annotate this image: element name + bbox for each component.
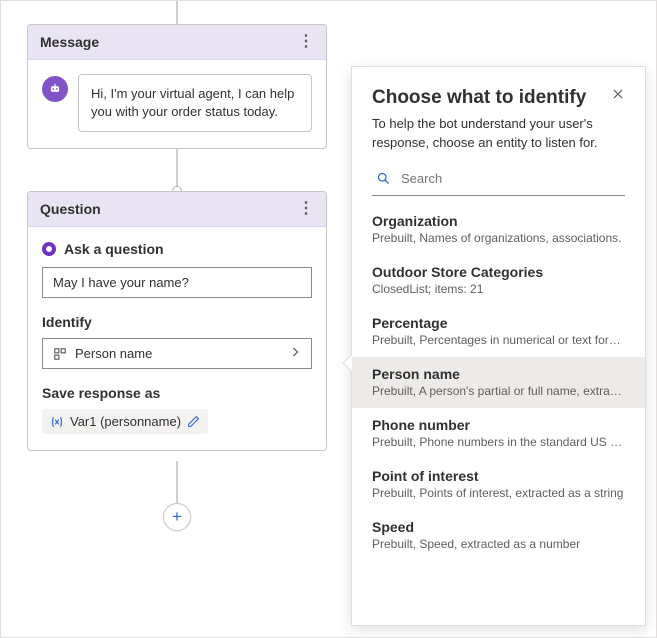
entity-option-subtitle: Prebuilt, Speed, extracted as a number: [372, 537, 625, 551]
entity-option-title: Point of interest: [372, 468, 625, 484]
entity-option[interactable]: Point of interest Prebuilt, Points of int…: [352, 459, 645, 510]
identify-label: Identify: [42, 314, 312, 330]
authoring-canvas: Message ⋮ Hi, I'm your virtual agent, I …: [1, 1, 656, 637]
entity-search-box[interactable]: [372, 167, 625, 196]
entity-option[interactable]: Outdoor Store Categories ClosedList; item…: [352, 255, 645, 306]
ask-question-text: Ask a question: [64, 241, 164, 257]
add-node-button[interactable]: +: [163, 503, 191, 531]
search-input[interactable]: [401, 171, 621, 186]
identify-entity-selector[interactable]: Person name: [42, 338, 312, 369]
more-menu-icon[interactable]: ⋮: [298, 204, 314, 214]
entity-option-subtitle: ClosedList; items: 21: [372, 282, 625, 296]
question-text-input[interactable]: [42, 267, 312, 298]
question-node-card[interactable]: Question ⋮ Ask a question Identify Perso…: [27, 191, 327, 451]
flyout-title: Choose what to identify: [372, 87, 586, 109]
ask-question-label: Ask a question: [42, 241, 312, 257]
entity-option-subtitle: Prebuilt, A person's partial or full nam…: [372, 384, 625, 398]
entity-option[interactable]: Speed Prebuilt, Speed, extracted as a num…: [352, 510, 645, 561]
entity-option[interactable]: Phone number Prebuilt, Phone numbers in t…: [352, 408, 645, 459]
entity-option[interactable]: Organization Prebuilt, Names of organizat…: [352, 204, 645, 255]
connector-line: [176, 1, 178, 24]
flyout-description: To help the bot understand your user's r…: [352, 115, 645, 167]
entity-option-subtitle: Prebuilt, Points of interest, extracted …: [372, 486, 625, 500]
entity-option-title: Person name: [372, 366, 625, 382]
message-text-bubble[interactable]: Hi, I'm your virtual agent, I can help y…: [78, 74, 312, 132]
entity-option-title: Percentage: [372, 315, 625, 331]
chevron-right-icon: [289, 346, 301, 361]
question-icon: [42, 242, 56, 256]
entity-option-title: Outdoor Store Categories: [372, 264, 625, 280]
message-card-header: Message ⋮: [28, 25, 326, 60]
entity-option-subtitle: Prebuilt, Names of organizations, associ…: [372, 231, 625, 245]
question-card-title: Question: [40, 201, 101, 217]
search-icon: [376, 171, 391, 186]
question-card-header: Question ⋮: [28, 192, 326, 227]
variable-icon: [50, 415, 64, 429]
entity-option-subtitle: Prebuilt, Phone numbers in the standard …: [372, 435, 625, 449]
entity-option-title: Organization: [372, 213, 625, 229]
entity-option-title: Speed: [372, 519, 625, 535]
entity-icon: [53, 347, 67, 361]
close-icon[interactable]: [611, 87, 625, 105]
variable-name: Var1 (personname): [70, 414, 181, 429]
entity-option-subtitle: Prebuilt, Percentages in numerical or te…: [372, 333, 625, 347]
entity-option[interactable]: Person name Prebuilt, A person's partial …: [352, 357, 645, 408]
bot-avatar-icon: [42, 76, 68, 102]
entity-options-list[interactable]: Organization Prebuilt, Names of organizat…: [352, 200, 645, 625]
entity-option[interactable]: Percentage Prebuilt, Percentages in numer…: [352, 306, 645, 357]
message-card-title: Message: [40, 34, 99, 50]
entity-picker-flyout: Choose what to identify To help the bot …: [351, 66, 646, 626]
entity-option-title: Phone number: [372, 417, 625, 433]
identify-value: Person name: [75, 346, 152, 361]
message-node-card[interactable]: Message ⋮ Hi, I'm your virtual agent, I …: [27, 24, 327, 149]
edit-pencil-icon[interactable]: [187, 415, 200, 428]
more-menu-icon[interactable]: ⋮: [298, 37, 314, 47]
variable-chip[interactable]: Var1 (personname): [42, 409, 208, 434]
save-response-label: Save response as: [42, 385, 312, 401]
